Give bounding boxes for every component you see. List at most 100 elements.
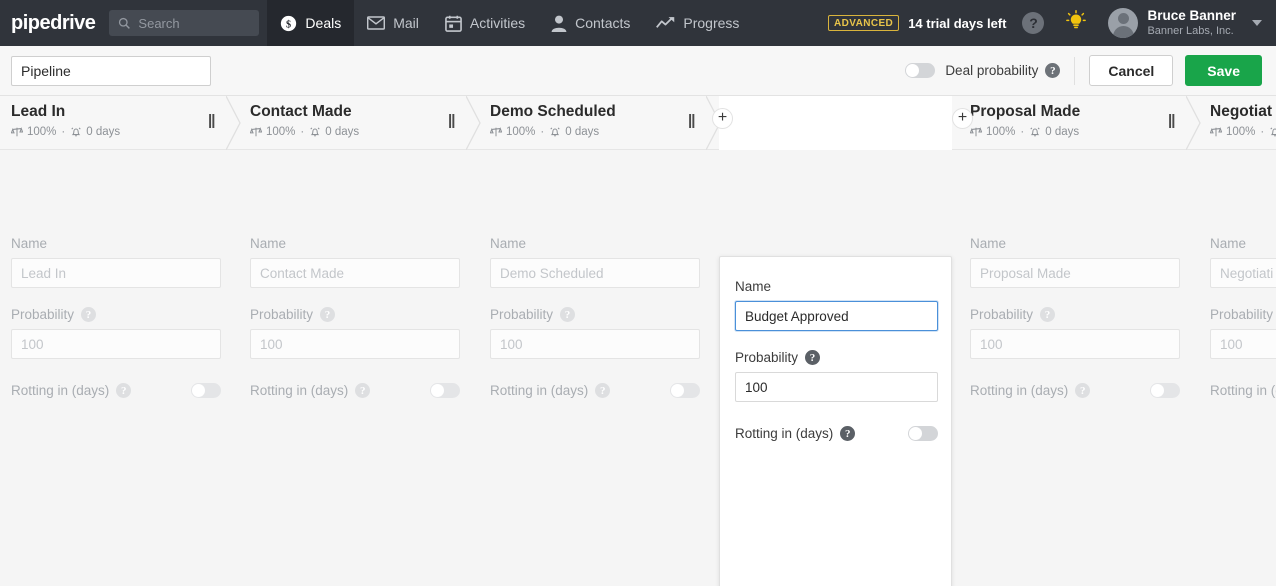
rotting-label: Rotting in (days): [1210, 383, 1276, 398]
deal-probability-toggle[interactable]: [905, 63, 935, 78]
stage-probability-input[interactable]: 100: [11, 329, 221, 359]
user-info[interactable]: Bruce Banner Banner Labs, Inc.: [1147, 8, 1236, 37]
meta-separator: ·: [1020, 126, 1024, 138]
panel-probability-input[interactable]: 100: [735, 372, 938, 402]
add-stage-button-right[interactable]: +: [952, 108, 973, 129]
stage-probability-input[interactable]: 100: [490, 329, 700, 359]
stage-drag-handle[interactable]: ||: [688, 113, 694, 128]
nav-item-mail[interactable]: Mail: [354, 0, 432, 46]
top-navigation-bar: pipedrive Search $ Deals Mail Activities: [0, 0, 1276, 46]
nav-item-activities[interactable]: Activities: [432, 0, 538, 46]
stage-title: Demo Scheduled: [490, 103, 616, 121]
stage-name-input[interactable]: Negotiati: [1210, 258, 1276, 288]
pipeline-edit-toolbar: Deal probability ? Cancel Save: [0, 46, 1276, 96]
scales-icon: [250, 126, 262, 138]
stage-probability-input[interactable]: 100: [250, 329, 460, 359]
name-label: Name: [1210, 236, 1276, 251]
pipeline-name-input[interactable]: [11, 56, 211, 86]
nav-item-deals[interactable]: $ Deals: [267, 0, 354, 46]
probability-label: Probability ?: [490, 307, 700, 322]
rotting-label: Rotting in (days): [250, 383, 348, 398]
stage-name-input[interactable]: Demo Scheduled: [490, 258, 700, 288]
name-label: Name: [490, 236, 700, 251]
question-mark-icon[interactable]: ?: [560, 307, 575, 322]
stage-days: 0 days: [565, 126, 599, 138]
envelope-icon: [367, 16, 385, 30]
rotting-row: Rotting in (days) ?: [970, 383, 1180, 398]
avatar[interactable]: [1108, 8, 1138, 38]
chevron-down-icon[interactable]: [1252, 20, 1262, 26]
lightbulb-icon[interactable]: [1066, 10, 1086, 37]
stage-meta: 100% · 0 days: [250, 126, 359, 138]
dollar-circle-icon: $: [280, 15, 297, 32]
pipedrive-logo[interactable]: pipedrive: [0, 0, 109, 46]
stage-drag-handle[interactable]: ||: [208, 113, 214, 128]
stage-meta: 100% ·: [1210, 126, 1276, 138]
rotting-row: Rotting in (days) ?: [11, 383, 221, 398]
stage-header-negotiations[interactable]: Negotiat 100% ·: [1210, 96, 1276, 150]
stage-title: Negotiat: [1210, 103, 1276, 121]
stage-name-input[interactable]: Lead In: [11, 258, 221, 288]
stage-name-input[interactable]: Proposal Made: [970, 258, 1180, 288]
stage-meta: 100% · 0 days: [11, 126, 120, 138]
stage-separator-chevron: [466, 96, 486, 150]
trial-days-text: 14 trial days left: [908, 16, 1006, 31]
add-stage-button-left[interactable]: +: [712, 108, 733, 129]
question-mark-icon[interactable]: ?: [1040, 307, 1055, 322]
alarm-bell-icon: [309, 126, 321, 138]
stage-days: 0 days: [1045, 126, 1079, 138]
alarm-bell-icon: [1029, 126, 1041, 138]
stage-header-demo-scheduled[interactable]: Demo Scheduled 100% · 0 days: [490, 96, 616, 150]
stage-header-row: Lead In 100% · 0 days || Contact Made 10…: [0, 96, 1276, 150]
stage-form-lead-in: Name Lead In Probability ? 100 Rotting i…: [11, 236, 221, 398]
stage-name-input[interactable]: Contact Made: [250, 258, 460, 288]
panel-name-input[interactable]: Budget Approved: [735, 301, 938, 331]
rotting-row: Rotting in (days) ?: [250, 383, 460, 398]
person-icon: [551, 15, 567, 32]
stage-probability-input[interactable]: 100: [1210, 329, 1276, 359]
panel-probability-label: Probability ?: [735, 350, 936, 365]
rotting-toggle[interactable]: [430, 383, 460, 398]
stage-separator-chevron: [1186, 96, 1206, 150]
calendar-icon: [445, 15, 462, 32]
nav-label-mail: Mail: [393, 15, 419, 31]
stage-title: Proposal Made: [970, 103, 1080, 121]
rotting-toggle[interactable]: [191, 383, 221, 398]
question-mark-icon[interactable]: ?: [840, 426, 855, 441]
stage-form-negotiations: Name Negotiati Probability ? 100 Rotting…: [1210, 236, 1276, 398]
name-label: Name: [970, 236, 1180, 251]
scales-icon: [11, 126, 23, 138]
stage-drag-handle[interactable]: ||: [448, 113, 454, 128]
nav-item-contacts[interactable]: Contacts: [538, 0, 643, 46]
nav-label-contacts: Contacts: [575, 15, 630, 31]
search-input[interactable]: Search: [109, 10, 259, 36]
stage-probability-input[interactable]: 100: [970, 329, 1180, 359]
question-mark-icon[interactable]: ?: [1075, 383, 1090, 398]
panel-rotting-row: Rotting in (days) ?: [735, 426, 938, 441]
meta-separator: ·: [1260, 126, 1264, 138]
question-mark-icon[interactable]: ?: [320, 307, 335, 322]
question-mark-icon[interactable]: ?: [805, 350, 820, 365]
stage-title: Contact Made: [250, 103, 359, 121]
stage-header-proposal-made[interactable]: Proposal Made 100% · 0 days: [970, 96, 1080, 150]
question-mark-icon[interactable]: ?: [116, 383, 131, 398]
cancel-button[interactable]: Cancel: [1089, 55, 1173, 86]
nav-item-progress[interactable]: Progress: [643, 0, 752, 46]
question-mark-icon[interactable]: ?: [595, 383, 610, 398]
question-mark-icon[interactable]: ?: [1022, 12, 1044, 34]
question-mark-icon[interactable]: ?: [81, 307, 96, 322]
probability-label-text: Probability: [11, 307, 74, 322]
rotting-toggle[interactable]: [670, 383, 700, 398]
stage-header-contact-made[interactable]: Contact Made 100% · 0 days: [250, 96, 359, 150]
stage-drag-handle[interactable]: ||: [1168, 113, 1174, 128]
rotting-toggle[interactable]: [1150, 383, 1180, 398]
name-label: Name: [11, 236, 221, 251]
save-button[interactable]: Save: [1185, 55, 1262, 86]
stage-probability: 100%: [986, 126, 1015, 138]
stage-days: 0 days: [325, 126, 359, 138]
stage-header-lead-in[interactable]: Lead In 100% · 0 days: [11, 96, 120, 150]
stage-edit-panel-body: Name Budget Approved Probability ? 100 R…: [720, 257, 951, 586]
question-mark-icon[interactable]: ?: [355, 383, 370, 398]
question-mark-icon[interactable]: ?: [1045, 63, 1060, 78]
panel-rotting-toggle[interactable]: [908, 426, 938, 441]
